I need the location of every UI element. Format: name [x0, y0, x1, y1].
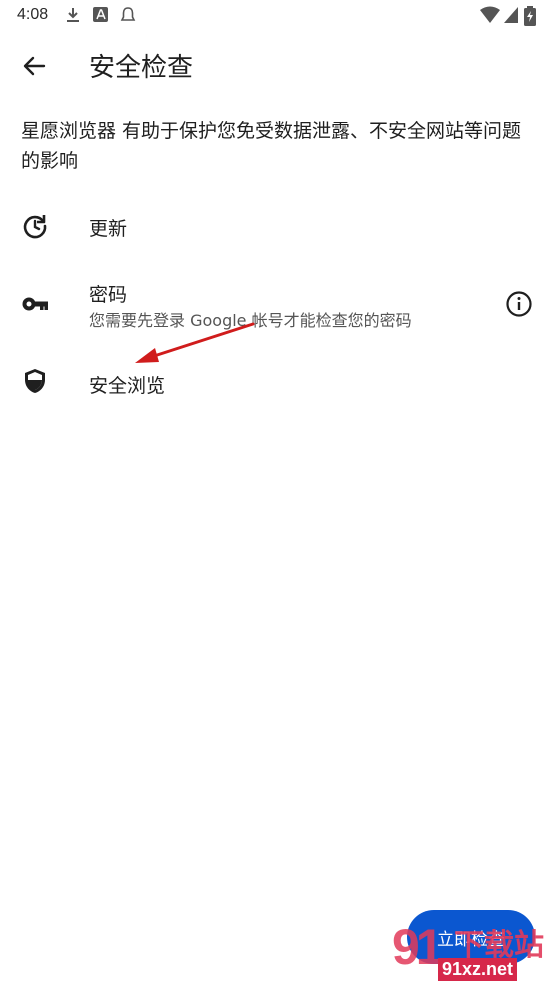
download-icon: [67, 8, 79, 22]
top-app-bar: 安全检查: [0, 32, 554, 96]
check-item-title: 密码: [89, 284, 128, 306]
page-title: 安全检查: [89, 53, 194, 83]
battery-icon: [524, 6, 536, 26]
page-description: 星愿浏览器 有助于保护您免受数据泄露、不安全网站等问题的影响: [21, 120, 522, 172]
status-time: 4:08: [17, 6, 49, 23]
check-item-update[interactable]: 更新: [0, 196, 554, 258]
a-badge-icon: [93, 7, 108, 22]
watermark-logo: 91 下载站 91xz.net: [392, 918, 554, 984]
signal-icon: [504, 7, 518, 23]
notification-icon: [120, 7, 136, 21]
arrow-left-icon[interactable]: [18, 50, 50, 82]
wifi-icon: [480, 6, 500, 23]
key-icon: [22, 297, 48, 311]
watermark-url: 91xz.net: [438, 958, 518, 981]
check-item-password[interactable]: 密码 您需要先登录 Google 帐号才能检查您的密码: [0, 268, 554, 338]
check-item-safe-browsing[interactable]: 安全浏览: [0, 352, 554, 412]
update-icon: [23, 215, 47, 239]
check-item-title: 安全浏览: [89, 375, 166, 397]
watermark-digits: 91: [392, 919, 444, 975]
status-bar: 4:08: [0, 0, 554, 32]
red-arrow-annotation: [135, 322, 255, 363]
shield-icon: [25, 369, 45, 393]
info-icon[interactable]: [505, 290, 533, 318]
check-item-title: 更新: [89, 218, 128, 240]
